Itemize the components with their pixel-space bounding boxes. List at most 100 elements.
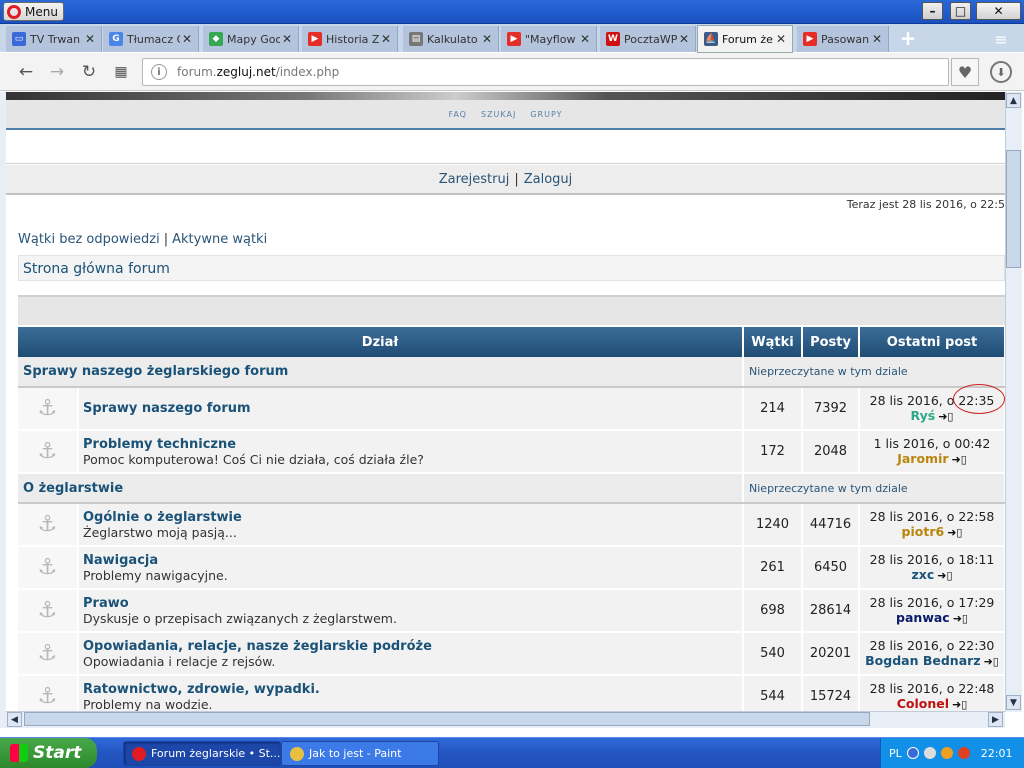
forum-title-link[interactable]: Prawo (83, 596, 742, 611)
opera-menu-button[interactable]: Menu (3, 2, 64, 21)
posts-count: 20201 (802, 632, 861, 676)
category-title[interactable]: Sprawy naszego żeglarskiego forum (18, 357, 745, 388)
forum-status-cell: ⚓ (18, 503, 79, 547)
maximize-button[interactable]: □ (950, 2, 971, 20)
quick-links: Wątki bez odpowiedzi | Aktywne wątki (18, 232, 267, 247)
tab-menu-icon[interactable]: ≡ (990, 30, 1012, 49)
last-post-date: 1 lis 2016, o 00:42 (873, 436, 991, 451)
unread-in-category-link[interactable]: Nieprzeczytane w tym dziale (743, 357, 1005, 388)
anchor-icon: ⚓ (37, 555, 58, 580)
tab-6[interactable]: ▶ "Mayflow ✕ (501, 26, 597, 52)
minimize-button[interactable]: – (922, 2, 943, 20)
active-topics-link[interactable]: Aktywne wątki (172, 232, 267, 247)
category-title[interactable]: O żeglarstwie (18, 473, 745, 504)
faq-link[interactable]: FAQ (448, 110, 467, 119)
last-post-author-link[interactable]: Bogdan Bednarz (865, 653, 980, 668)
forum-title-link[interactable]: Ogólnie o żeglarstwie (83, 510, 742, 525)
tab-2[interactable]: G Tłumacz G ✕ (103, 26, 199, 52)
last-post-author-link[interactable]: zxc (912, 567, 935, 582)
tab-close-icon[interactable]: ✕ (677, 32, 691, 46)
speaker-icon[interactable] (940, 747, 953, 759)
view-latest-post-icon[interactable]: ➜▯ (952, 452, 967, 467)
view-latest-post-icon[interactable]: ➜▯ (938, 409, 953, 424)
last-post-author-link[interactable]: Colonel (897, 696, 949, 711)
scroll-down-arrow-icon[interactable]: ▼ (1006, 695, 1021, 710)
forum-name-cell: Nawigacja Problemy nawigacyjne. (78, 546, 745, 590)
download-icon[interactable]: ⬇ (990, 61, 1012, 83)
topics-count: 698 (743, 589, 804, 633)
url-domain: zegluj.net (216, 65, 276, 79)
last-post-cell: 28 lis 2016, o 18:11 zxc ➜▯ (859, 546, 1005, 590)
scroll-right-arrow-icon[interactable]: ▶ (988, 712, 1003, 727)
reload-icon[interactable]: ↻ (79, 62, 99, 82)
forum-row: ⚓ Prawo Dyskusje o przepisach związanych z… (18, 589, 1005, 633)
forward-arrow-icon[interactable]: → (47, 62, 67, 82)
last-post-author-link[interactable]: piotr6 (902, 524, 945, 539)
forum-name-cell: Ratownictwo, zdrowie, wypadki. Problemy n… (78, 675, 745, 711)
tab-9[interactable]: ▶ Pasowan ✕ (797, 26, 889, 52)
start-button[interactable]: Start (0, 738, 97, 768)
taskbar-item-2[interactable]: Jak to jest - Paint (281, 741, 439, 766)
youtube-icon: ▶ (803, 32, 817, 46)
tab-3[interactable]: ◆ Mapy Goo ✕ (203, 26, 299, 52)
tab-8[interactable]: ⛵ Forum że ✕ (697, 25, 793, 53)
tab-close-icon[interactable]: ✕ (379, 32, 393, 46)
tray-arrow-icon[interactable] (906, 747, 919, 759)
topics-count: 540 (743, 632, 804, 676)
forum-title-link[interactable]: Sprawy naszego forum (83, 401, 742, 416)
close-window-button[interactable]: ✕ (976, 2, 1021, 20)
bookmark-heart-icon[interactable]: ♥ (951, 58, 979, 86)
register-link[interactable]: Zarejestruj (439, 172, 510, 187)
network-icon[interactable] (923, 747, 936, 759)
forum-title-link[interactable]: Ratownictwo, zdrowie, wypadki. (83, 682, 742, 697)
tab-5[interactable]: ▤ Kalkulato ✕ (403, 26, 499, 52)
tab-1[interactable]: ▭ TV Trwan ✕ (6, 26, 102, 52)
unanswered-topics-link[interactable]: Wątki bez odpowiedzi (18, 232, 160, 247)
view-latest-post-icon[interactable]: ➜▯ (937, 568, 952, 583)
tab-close-icon[interactable]: ✕ (83, 32, 97, 46)
view-latest-post-icon[interactable]: ➜▯ (984, 654, 999, 669)
search-link[interactable]: SZUKAJ (481, 110, 516, 119)
window-titlebar (0, 0, 1024, 24)
antivirus-icon[interactable] (957, 747, 970, 759)
scroll-left-arrow-icon[interactable]: ◀ (7, 712, 22, 727)
unread-in-category-link[interactable]: Nieprzeczytane w tym dziale (743, 473, 1005, 504)
taskbar-item-1[interactable]: Forum żeglarskie • St... (123, 741, 281, 766)
scroll-up-arrow-icon[interactable]: ▲ (1006, 93, 1021, 108)
horizontal-scroll-thumb[interactable] (24, 712, 870, 726)
forum-home-link[interactable]: Strona główna forum (23, 261, 170, 277)
forum-title-link[interactable]: Nawigacja (83, 553, 742, 568)
breadcrumb: Strona główna forum (18, 255, 1005, 281)
sail-icon: ⛵ (704, 32, 718, 46)
forum-title-link[interactable]: Opowiadania, relacje, nasze żeglarskie p… (83, 639, 742, 654)
tab-close-icon[interactable]: ✕ (578, 32, 592, 46)
new-tab-plus-icon[interactable]: + (897, 26, 919, 50)
tab-close-icon[interactable]: ✕ (180, 32, 194, 46)
last-post-author-link[interactable]: Jaromir (897, 451, 948, 466)
login-bar: Zarejestruj | Zaloguj (6, 165, 1005, 195)
last-post-author-link[interactable]: Ryś (911, 408, 936, 423)
view-latest-post-icon[interactable]: ➜▯ (947, 525, 962, 540)
vertical-scroll-thumb[interactable] (1006, 150, 1021, 268)
groups-link[interactable]: GRUPY (530, 110, 562, 119)
tab-close-icon[interactable]: ✕ (774, 32, 788, 46)
tab-close-icon[interactable]: ✕ (280, 32, 294, 46)
current-time-text: Teraz jest 28 lis 2016, o 22:5 (846, 198, 1005, 211)
site-info-icon[interactable]: i (151, 64, 167, 80)
address-field[interactable]: i forum. zegluj.net/index.php (142, 58, 949, 86)
speed-dial-grid-icon[interactable]: ▦ (111, 62, 131, 82)
forum-description: Opowiadania i relacje z rejsów. (83, 653, 276, 669)
forum-title-link[interactable]: Problemy techniczne (83, 437, 742, 452)
column-header-last-post: Ostatni post (859, 327, 1005, 357)
tab-close-icon[interactable]: ✕ (480, 32, 494, 46)
back-arrow-icon[interactable]: ← (16, 62, 36, 82)
last-post-author-link[interactable]: panwac (896, 610, 950, 625)
view-latest-post-icon[interactable]: ➜▯ (952, 697, 967, 711)
tab-4[interactable]: ▶ Historia Z ✕ (302, 26, 398, 52)
language-indicator[interactable]: PL (889, 747, 902, 760)
tab-7[interactable]: W PocztaWP ✕ (600, 26, 696, 52)
opera-icon (132, 746, 146, 761)
tab-close-icon[interactable]: ✕ (870, 32, 884, 46)
login-link[interactable]: Zaloguj (524, 172, 573, 187)
view-latest-post-icon[interactable]: ➜▯ (953, 611, 968, 626)
